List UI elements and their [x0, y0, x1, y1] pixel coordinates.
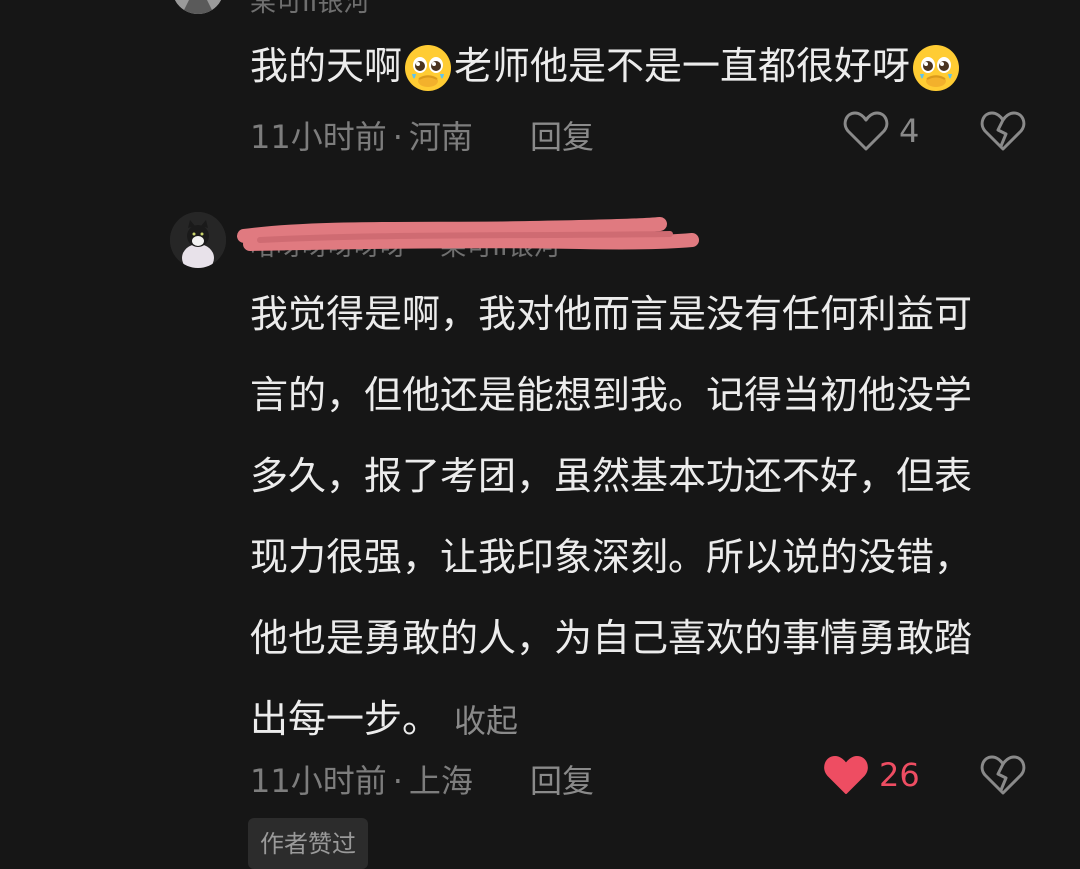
comment-location: 上海	[408, 762, 473, 800]
comment-meta: 11小时前 · 上海	[250, 756, 473, 802]
comment-line: 我觉得是啊，我对他而言是没有任何利益可	[250, 292, 973, 336]
reply-button[interactable]: 回复	[530, 756, 594, 802]
comment-line: 现力很强，让我印象深刻。所以说的没错，	[250, 535, 973, 579]
broken-heart-icon	[980, 111, 1026, 151]
like-count: 4	[899, 112, 920, 150]
avatar-image	[170, 212, 226, 268]
like-count: 26	[879, 756, 920, 794]
pleading-face-emoji	[911, 40, 961, 91]
comment-text-part: 老师他是不是一直都很好呀	[454, 44, 911, 88]
comment-line: 言的，但他还是能想到我。记得当初他没学	[250, 373, 973, 417]
comment-time: 11小时前	[250, 762, 387, 800]
user-avatar[interactable]	[170, 212, 226, 268]
like-button[interactable]: 4	[843, 110, 919, 152]
comment-text: 我的天啊 老师他是不是一直都很好呀	[250, 26, 962, 107]
like-button[interactable]: 26	[823, 754, 920, 796]
meta-separator: ·	[392, 118, 403, 156]
comment-location: 河南	[408, 118, 473, 156]
reply-button[interactable]: 回复	[530, 112, 594, 158]
avatar-image	[172, 0, 224, 14]
broken-heart-icon	[980, 755, 1026, 795]
dislike-button[interactable]	[980, 110, 1026, 156]
user-avatar[interactable]	[172, 0, 224, 14]
comment-line: 出每一步。	[250, 697, 441, 741]
comment-line: 他也是勇敢的人，为自己喜欢的事情勇敢踏	[250, 616, 973, 660]
comment-line: 多久，报了考团，虽然基本功还不好，但表	[250, 454, 973, 498]
comment-meta: 11小时前 · 河南	[250, 112, 473, 158]
comment-text: 我觉得是啊，我对他而言是没有任何利益可 言的，但他还是能想到我。记得当初他没学 …	[250, 274, 972, 762]
pleading-face-emoji	[403, 40, 453, 91]
dislike-button[interactable]	[980, 754, 1026, 800]
heart-filled-icon	[824, 756, 868, 794]
comment-username[interactable]: 某可II银河	[250, 0, 369, 19]
meta-separator: ·	[392, 762, 403, 800]
comment-time: 11小时前	[250, 118, 387, 156]
collapse-link[interactable]: 收起	[454, 702, 518, 740]
comment-last-line: 出每一步。 收起	[250, 679, 972, 762]
heart-outline-icon	[843, 111, 889, 151]
redaction-scribble	[237, 217, 699, 251]
comment-text-part: 我的天啊	[250, 44, 403, 88]
author-liked-badge: 作者赞过	[248, 818, 368, 869]
